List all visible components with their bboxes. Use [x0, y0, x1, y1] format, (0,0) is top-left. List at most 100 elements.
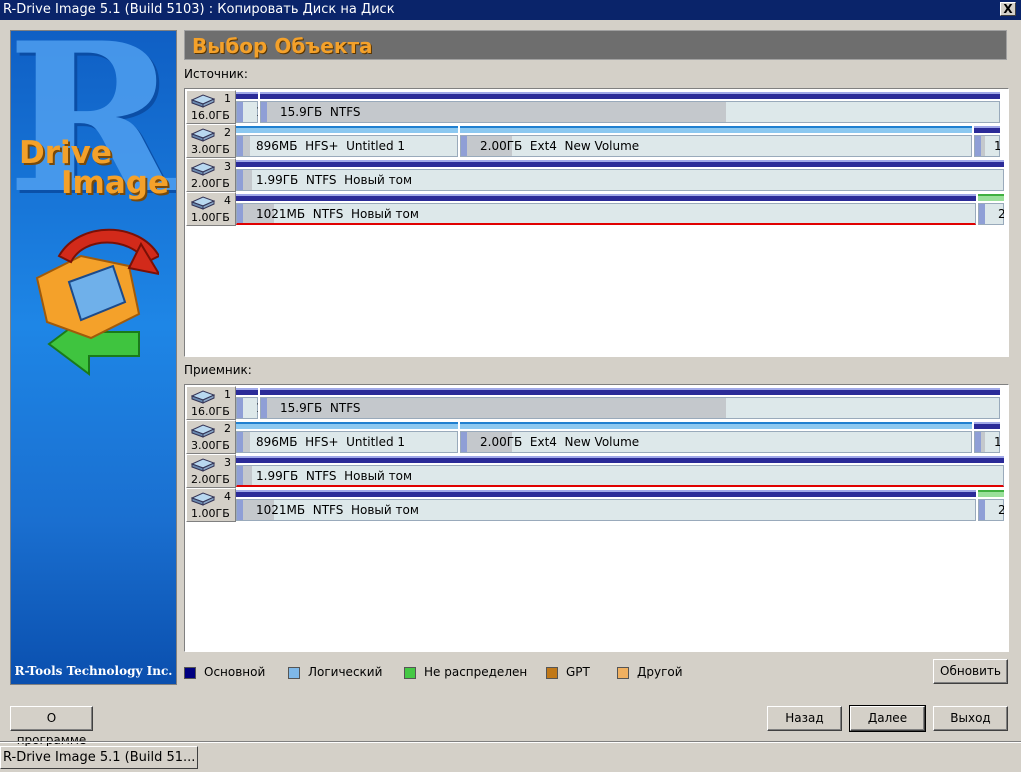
partition-block[interactable]: 2 — [978, 488, 1004, 522]
legend-swatch — [617, 667, 629, 679]
disk-size: 1.00ГБ — [191, 211, 230, 224]
taskbar-window-button[interactable]: R-Drive Image 5.1 (Build 51... — [0, 746, 198, 769]
used-space-marker — [237, 204, 243, 223]
partition-block[interactable]: 2.00ГБ Ext4 New Volume — [460, 420, 972, 454]
disk-info[interactable]: 2 3.00ГБ — [186, 420, 236, 454]
hard-disk-icon — [190, 162, 216, 176]
used-space-marker — [237, 170, 243, 190]
partition-label: 896МБ HFS+ Untitled 1 — [256, 435, 406, 449]
back-button[interactable]: Назад — [767, 706, 842, 731]
partition-body: 1021МБ NTFS Новый том — [236, 499, 976, 521]
hard-disk-icon — [190, 94, 216, 108]
used-space-marker — [237, 398, 243, 418]
company-name: R-Tools Technology Inc. — [14, 664, 173, 678]
disk-size: 1.00ГБ — [191, 507, 230, 520]
partition-block[interactable]: 2 — [978, 192, 1004, 226]
used-space-marker — [979, 500, 985, 520]
target-disk-list[interactable]: 1 16.0ГБ 1 15.9ГБ NTFS 2 3.00ГБ 896МБ HFS+ Unt… — [184, 384, 1009, 652]
partition-body: 2.00ГБ Ext4 New Volume — [460, 431, 972, 453]
legend-swatch — [404, 667, 416, 679]
disk-row[interactable]: 2 3.00ГБ 896МБ HFS+ Untitled 1 2.00ГБ Ext4 … — [186, 420, 1007, 454]
partition-block[interactable]: 896МБ HFS+ Untitled 1 — [236, 420, 458, 454]
partition-type-bar — [236, 490, 976, 497]
next-button[interactable]: Далее — [849, 705, 926, 732]
partition-label: 1.99ГБ NTFS Новый том — [256, 469, 413, 483]
partition-label: 15.9ГБ NTFS — [280, 105, 361, 119]
source-disk-list[interactable]: 1 16.0ГБ 1 15.9ГБ NTFS 2 3.00ГБ 896МБ HFS+ Unt… — [184, 88, 1009, 357]
partition-body: 1.99ГБ NTFS Новый том — [236, 169, 1004, 191]
partition-label: 1 — [256, 105, 258, 119]
hard-disk-icon — [190, 458, 216, 472]
partition-label: 1.99ГБ NTFS Новый том — [256, 173, 413, 187]
disk-size: 2.00ГБ — [191, 473, 230, 486]
sidebar-banner: R Drive Image R-Tools Technology Inc. — [10, 30, 177, 685]
partition-block[interactable]: 1 — [974, 420, 1000, 454]
refresh-button[interactable]: Обновить — [933, 659, 1008, 684]
partition-label: 1 — [994, 139, 1000, 153]
disk-row[interactable]: 2 3.00ГБ 896МБ HFS+ Untitled 1 2.00ГБ Ext4 … — [186, 124, 1007, 158]
partition-block[interactable]: 2.00ГБ Ext4 New Volume — [460, 124, 972, 158]
partition-body: 2 — [978, 499, 1004, 521]
disk-info[interactable]: 3 2.00ГБ — [186, 454, 236, 488]
disk-size: 2.00ГБ — [191, 177, 230, 190]
legend-label: Логический — [308, 665, 383, 679]
legend-swatch — [184, 667, 196, 679]
legend-label: Другой — [637, 665, 683, 679]
disk-row[interactable]: 1 16.0ГБ 1 15.9ГБ NTFS — [186, 90, 1007, 124]
partition-block[interactable]: 1021МБ NTFS Новый том — [236, 488, 976, 522]
partition-block[interactable]: 15.9ГБ NTFS — [260, 386, 1000, 420]
disk-info[interactable]: 4 1.00ГБ — [186, 488, 236, 522]
disk-number: 2 — [224, 126, 231, 139]
partition-block[interactable]: 15.9ГБ NTFS — [260, 90, 1000, 124]
disk-number: 4 — [224, 490, 231, 503]
partition-body: 896МБ HFS+ Untitled 1 — [236, 135, 458, 157]
partition-block[interactable]: 1.99ГБ NTFS Новый том — [236, 454, 1004, 488]
disk-row[interactable]: 4 1.00ГБ 1021МБ NTFS Новый том 2 — [186, 488, 1007, 522]
partition-label: 2.00ГБ Ext4 New Volume — [480, 139, 640, 153]
used-space-marker — [237, 136, 243, 156]
disk-info[interactable]: 3 2.00ГБ — [186, 158, 236, 192]
partition-body: 2 — [978, 203, 1004, 225]
partition-type-bar — [236, 456, 1004, 463]
disk-row[interactable]: 3 2.00ГБ 1.99ГБ NTFS Новый том — [186, 158, 1007, 192]
disk-size: 3.00ГБ — [191, 439, 230, 452]
page-title: Выбор Объекта — [192, 34, 373, 58]
partition-body: 896МБ HFS+ Untitled 1 — [236, 431, 458, 453]
window-title: R-Drive Image 5.1 (Build 5103) : Копиров… — [3, 2, 395, 17]
legend-label: GPT — [566, 665, 590, 679]
exit-button[interactable]: Выход — [933, 706, 1008, 731]
window-titlebar: R-Drive Image 5.1 (Build 5103) : Копиров… — [0, 0, 1021, 20]
disk-info[interactable]: 2 3.00ГБ — [186, 124, 236, 158]
disk-row[interactable]: 1 16.0ГБ 1 15.9ГБ NTFS — [186, 386, 1007, 420]
page-title-banner: Выбор Объекта — [184, 30, 1007, 60]
partition-body: 1021МБ NTFS Новый том — [236, 203, 976, 225]
disk-info[interactable]: 1 16.0ГБ — [186, 386, 236, 420]
used-space-marker — [461, 432, 467, 452]
close-button[interactable]: X — [1000, 2, 1016, 16]
partition-block[interactable]: 1.99ГБ NTFS Новый том — [236, 158, 1004, 192]
folder-arrow-icon — [35, 228, 159, 376]
partition-label: 1 — [256, 401, 258, 415]
partition-label: 2.00ГБ Ext4 New Volume — [480, 435, 640, 449]
used-space-marker — [261, 398, 267, 418]
about-button[interactable]: О программе — [10, 706, 93, 747]
hard-disk-icon — [190, 390, 216, 404]
disk-row[interactable]: 4 1.00ГБ 1021МБ NTFS Новый том 2 — [186, 192, 1007, 226]
partition-block[interactable]: 1021МБ NTFS Новый том — [236, 192, 976, 226]
partition-label: 1021МБ NTFS Новый том — [256, 503, 419, 517]
disk-row[interactable]: 3 2.00ГБ 1.99ГБ NTFS Новый том — [186, 454, 1007, 488]
disk-info[interactable]: 1 16.0ГБ — [186, 90, 236, 124]
hard-disk-icon — [190, 128, 216, 142]
partition-body: 1 — [974, 135, 1000, 157]
hard-disk-icon — [190, 492, 216, 506]
partition-block[interactable]: 896МБ HFS+ Untitled 1 — [236, 124, 458, 158]
disk-number: 3 — [224, 456, 231, 469]
partition-block[interactable]: 1 — [236, 90, 258, 124]
partition-body: 1 — [974, 431, 1000, 453]
hard-disk-icon — [190, 196, 216, 210]
partition-type-bar — [236, 194, 976, 201]
disk-info[interactable]: 4 1.00ГБ — [186, 192, 236, 226]
partition-block[interactable]: 1 — [974, 124, 1000, 158]
partition-block[interactable]: 1 — [236, 386, 258, 420]
partition-type-bar — [236, 126, 458, 133]
